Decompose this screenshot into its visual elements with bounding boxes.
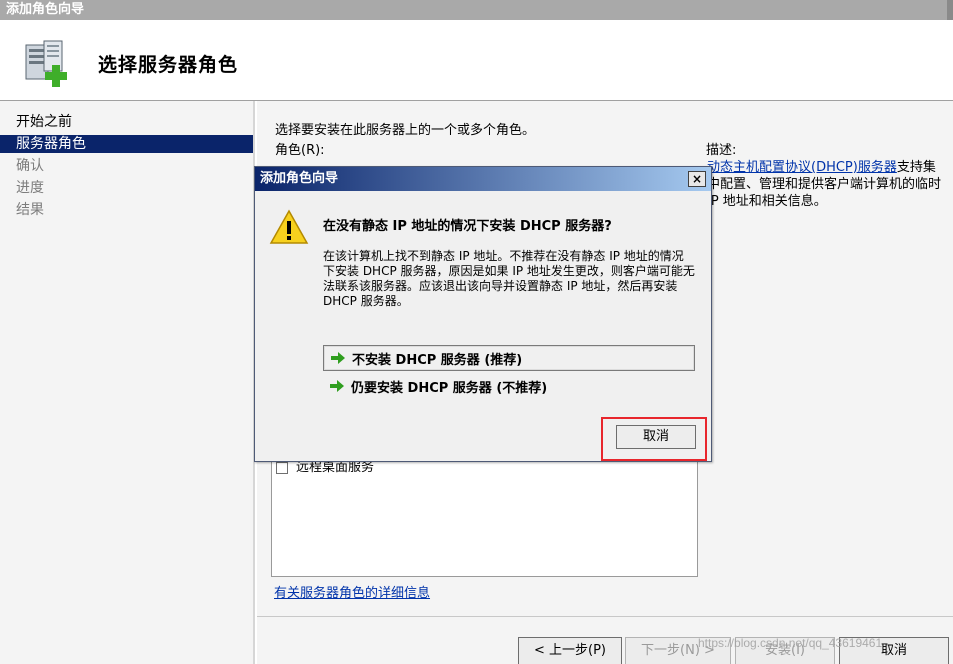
dialog-heading: 在没有静态 IP 地址的情况下安装 DHCP 服务器? xyxy=(323,219,612,234)
watermark: https://blog.csdn.net/qq_43619461 xyxy=(698,636,883,650)
install-dhcp-anyway-option[interactable]: 仍要安装 DHCP 服务器 (不推荐) xyxy=(323,373,695,399)
intro-text: 选择要安装在此服务器上的一个或多个角色。 xyxy=(275,123,536,138)
page-title: 选择服务器角色 xyxy=(98,54,239,76)
step-confirmation: 确认 xyxy=(16,158,44,174)
window-title: 添加角色向导 xyxy=(6,2,85,17)
green-arrow-icon xyxy=(331,352,345,364)
step-before-you-begin[interactable]: 开始之前 xyxy=(0,113,253,131)
description-label: 描述: xyxy=(706,143,737,158)
dialog-title: 添加角色向导 xyxy=(260,171,339,186)
window-titlebar: 添加角色向导 xyxy=(0,0,953,20)
static-ip-warning-dialog: 添加角色向导 × 在没有静态 IP 地址的情况下安装 DHCP 服务器? 在该计… xyxy=(254,166,712,462)
list-item[interactable]: 远程桌面服务 xyxy=(276,460,374,476)
back-button[interactable]: < 上一步(P) xyxy=(518,637,622,664)
step-progress: 进度 xyxy=(16,180,44,196)
option-label: 仍要安装 DHCP 服务器 (不推荐) xyxy=(351,380,548,396)
roles-label: 角色(R): xyxy=(275,143,325,158)
more-info-link[interactable]: 有关服务器角色的详细信息 xyxy=(274,582,430,601)
titlebar-control[interactable] xyxy=(947,0,953,20)
dialog-cancel-button[interactable]: 取消 xyxy=(616,425,696,449)
step-server-roles[interactable]: 服务器角色 xyxy=(0,135,253,153)
dialog-message: 在该计算机上找不到静态 IP 地址。不推荐在没有静态 IP 地址的情况下安装 D… xyxy=(323,249,695,308)
option-label: 不安装 DHCP 服务器 (推荐) xyxy=(352,352,523,368)
role-label: 远程桌面服务 xyxy=(296,460,375,475)
roles-list[interactable]: 远程桌面服务 xyxy=(271,445,698,577)
step-results: 结果 xyxy=(16,202,44,218)
role-checkbox[interactable] xyxy=(276,462,288,474)
dhcp-description-link[interactable]: 动态主机配置协议(DHCP)服务器 xyxy=(707,160,897,175)
dialog-titlebar: 添加角色向导 xyxy=(255,167,711,191)
close-icon[interactable]: × xyxy=(688,171,706,187)
wizard-steps-sidebar: 开始之前 服务器角色 确认 进度 结果 xyxy=(0,101,255,664)
server-add-icon xyxy=(25,40,67,87)
do-not-install-dhcp-option[interactable]: 不安装 DHCP 服务器 (推荐) xyxy=(323,345,695,371)
warning-icon xyxy=(269,209,309,244)
description-text: 动态主机配置协议(DHCP)服务器支持集中配置、管理和提供客户端计算机的临时 I… xyxy=(707,159,947,210)
wizard-header: 选择服务器角色 xyxy=(0,20,953,101)
green-arrow-icon xyxy=(330,380,344,392)
footer-divider xyxy=(257,616,953,617)
